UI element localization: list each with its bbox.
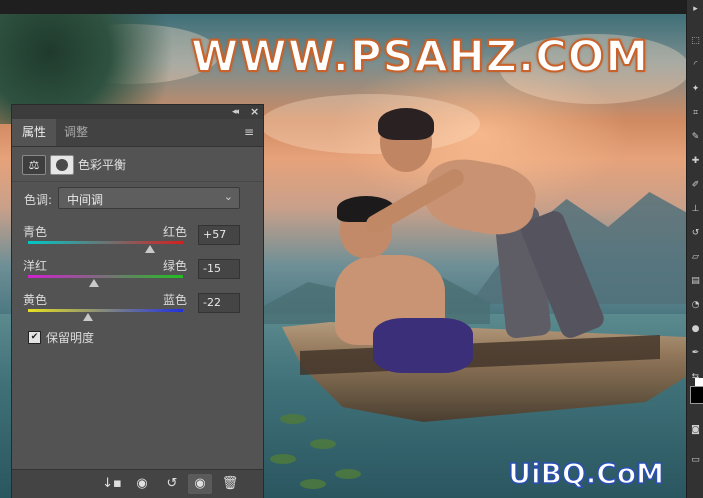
foreground-color-swatch[interactable]: [690, 386, 703, 404]
menu-icon[interactable]: ≡: [244, 125, 254, 139]
lily-pad: [310, 439, 336, 449]
heal-tool-icon[interactable]: ✚: [690, 156, 701, 167]
panel-bottom-toolbar: ↓▪ ◉ ↺ ◉ 🗑: [12, 469, 263, 498]
slider-cyan-red: 青色 红色 +57: [12, 223, 263, 257]
stamp-tool-icon[interactable]: ⊥: [690, 204, 701, 215]
tab-properties[interactable]: 属性: [12, 119, 56, 146]
history-brush-icon[interactable]: ↺: [690, 228, 701, 239]
tone-value: 中间调: [67, 193, 104, 207]
slider-thumb[interactable]: [83, 313, 94, 321]
right-toolbar: ▸ ⬚ ◜ ✦ ⌗ ✎ ✚ ✐ ⊥ ↺ ▱ ▤ ◔ ● ✒ ⇆ ◙ ▭: [686, 0, 703, 498]
top-strip: [0, 0, 703, 14]
standing-boy: [362, 108, 610, 362]
preserve-luminosity-checkbox[interactable]: ✔: [28, 331, 41, 344]
slider-left-label: 洋红: [23, 259, 48, 273]
slider-right-label: 蓝色: [163, 293, 188, 307]
slider-left-label: 青色: [23, 225, 48, 239]
collapse-icon[interactable]: ◂◂: [232, 107, 239, 117]
slider-yellow-blue: 黄色 蓝色 -22: [12, 291, 263, 325]
lasso-tool-icon[interactable]: ◜: [690, 60, 701, 71]
properties-panel: ◂◂ × 属性 调整 ≡ ⚖ 色彩平衡 色调: 中间调 ⌄ 青色 红色 +57 …: [11, 104, 264, 498]
eraser-tool-icon[interactable]: ▱: [690, 252, 701, 263]
tone-select[interactable]: 中间调 ⌄: [58, 187, 240, 209]
preserve-luminosity-label: 保留明度: [46, 331, 95, 345]
screen-mode-icon[interactable]: ▭: [690, 455, 701, 466]
eyedropper-tool-icon[interactable]: ✎: [690, 132, 701, 143]
view-previous-icon[interactable]: ◉: [130, 474, 154, 494]
wand-tool-icon[interactable]: ✦: [690, 84, 701, 95]
watermark-bottom: UiBQ.CoM: [507, 456, 664, 491]
lily-pad: [335, 469, 361, 479]
brush-tool-icon[interactable]: ✐: [690, 180, 701, 191]
crop-tool-icon[interactable]: ⌗: [690, 108, 701, 119]
slider-thumb[interactable]: [144, 245, 155, 253]
lily-pad: [300, 479, 326, 489]
panel-drag-bar[interactable]: ◂◂ ×: [12, 105, 263, 119]
lily-pad: [280, 414, 306, 424]
blur-tool-icon[interactable]: ◔: [690, 300, 701, 311]
watermark-top: WWW.PSAHZ.COM: [190, 31, 650, 83]
close-icon[interactable]: ×: [250, 105, 259, 118]
adjustment-header: ⚖ 色彩平衡: [12, 147, 263, 182]
trash-icon[interactable]: 🗑: [218, 474, 242, 494]
slider-track[interactable]: [28, 275, 183, 278]
tone-label: 色调:: [24, 193, 53, 207]
adjustment-title: 色彩平衡: [78, 158, 127, 172]
layer-mask-icon[interactable]: [50, 155, 74, 175]
chevron-down-icon: ⌄: [223, 190, 233, 203]
panel-tabs: 属性 调整 ≡: [12, 119, 263, 147]
slider-value-input[interactable]: -15: [198, 259, 240, 279]
background-color-swatch[interactable]: [695, 378, 703, 386]
slider-magenta-green: 洋红 绿色 -15: [12, 257, 263, 291]
marquee-tool-icon[interactable]: ⬚: [690, 36, 701, 47]
quick-mask-icon[interactable]: ◙: [690, 425, 701, 436]
slider-right-label: 绿色: [163, 259, 188, 273]
slider-track[interactable]: [28, 309, 183, 312]
clip-to-layer-icon[interactable]: ↓▪: [100, 474, 124, 494]
slider-right-label: 红色: [163, 225, 188, 239]
balance-scale-icon[interactable]: ⚖: [22, 155, 46, 175]
tab-adjustments[interactable]: 调整: [56, 119, 96, 146]
dodge-tool-icon[interactable]: ●: [690, 324, 701, 335]
lily-pad: [270, 454, 296, 464]
gradient-tool-icon[interactable]: ▤: [690, 276, 701, 287]
slider-value-input[interactable]: +57: [198, 225, 240, 245]
slider-thumb[interactable]: [88, 279, 99, 287]
reset-icon[interactable]: ↺: [160, 474, 184, 494]
visibility-eye-icon[interactable]: ◉: [188, 474, 212, 494]
slider-value-input[interactable]: -22: [198, 293, 240, 313]
slider-left-label: 黄色: [23, 293, 48, 307]
move-tool-icon[interactable]: ▸: [690, 4, 701, 15]
slider-track[interactable]: [28, 241, 183, 244]
pen-tool-icon[interactable]: ✒: [690, 348, 701, 359]
